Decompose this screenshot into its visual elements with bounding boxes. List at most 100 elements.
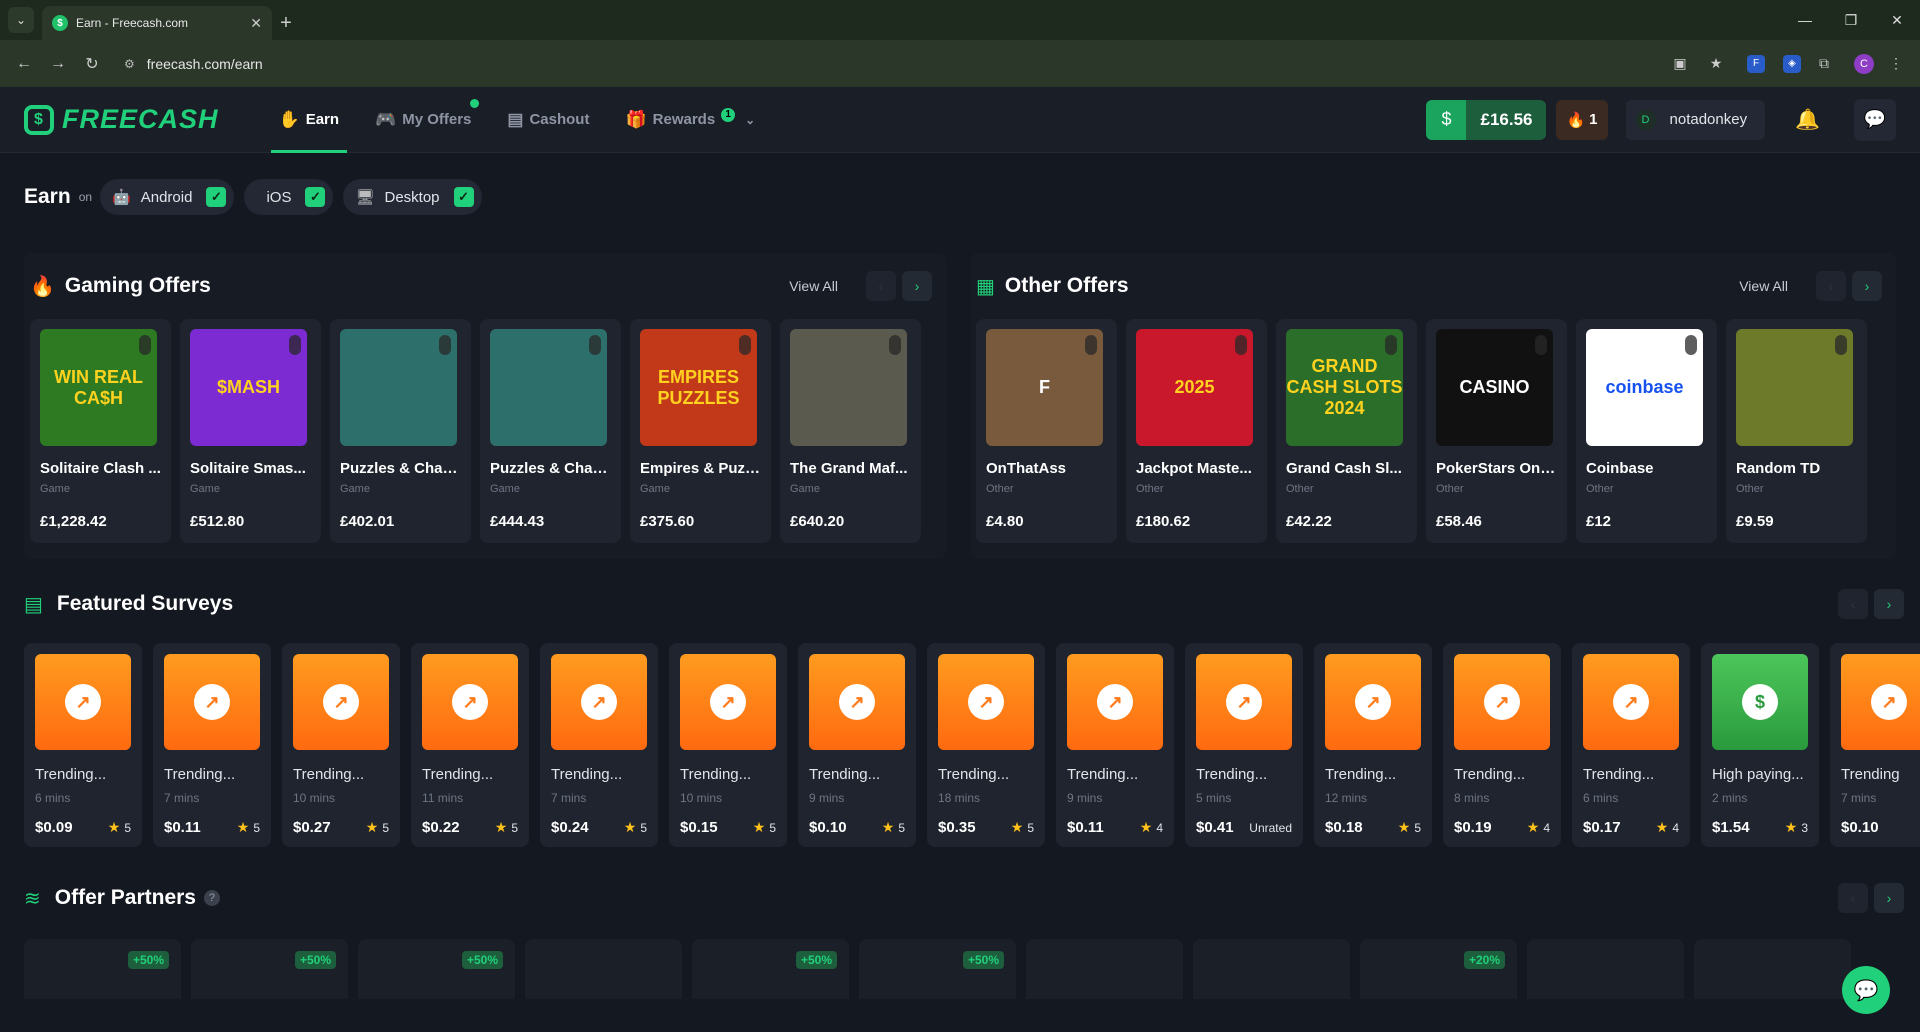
support-chat-button[interactable]: 💬 (1842, 966, 1890, 1014)
survey-footer: $0.09 ★ 5 (35, 819, 131, 836)
streak-counter[interactable]: 🔥 1 (1556, 99, 1608, 140)
prev-arrow-icon[interactable]: ‹ (1816, 271, 1846, 301)
partner-card[interactable]: +50% (191, 939, 348, 999)
platform-android[interactable]: 🤖 Android ✓ (100, 179, 235, 215)
chat-icon[interactable]: 💬 (1854, 98, 1896, 141)
partner-card[interactable] (1527, 939, 1684, 999)
page-content: Earn on 🤖 Android ✓ iOS ✓ 🖥 Desktop ✓ 🔥 … (0, 179, 1920, 999)
platform-ios[interactable]: iOS ✓ (244, 179, 334, 215)
address-bar[interactable]: ⚙ freecash.com/earn (112, 48, 1658, 80)
trending-icon: ↗ (1613, 684, 1649, 720)
nav-rewards-label: Rewards (652, 111, 716, 128)
section-title: Featured Surveys (56, 592, 234, 615)
extension-icon-1[interactable]: F (1738, 50, 1766, 78)
offer-card[interactable]: coinbase Coinbase Other £12 (1576, 319, 1717, 543)
partner-card[interactable]: +50% (859, 939, 1016, 999)
offer-card[interactable]: $MASH Solitaire Smas... Game £512.80 (180, 319, 321, 543)
next-arrow-icon[interactable]: › (1874, 589, 1904, 619)
partner-card[interactable] (1694, 939, 1851, 999)
survey-card[interactable]: ↗ Trending 7 mins $0.10 (1830, 643, 1920, 847)
checkbox-checked-icon[interactable]: ✓ (453, 187, 474, 207)
survey-card[interactable]: ↗ Trending... 9 mins $0.10 ★ 5 (798, 643, 916, 847)
browser-tabbar: ⌄ $ Earn - Freecash.com ✕ + — ❐ ✕ (0, 0, 1920, 40)
browser-menu-icon[interactable]: ⋮ (1882, 50, 1910, 78)
browser-tab[interactable]: $ Earn - Freecash.com ✕ (42, 6, 272, 40)
install-app-icon[interactable]: ▣ (1666, 50, 1694, 78)
offer-card[interactable]: WIN REAL CA$H Solitaire Clash ... Game £1,2… (30, 319, 171, 543)
minimize-icon[interactable]: — (1782, 0, 1828, 40)
partner-card[interactable] (1193, 939, 1350, 999)
nav-earn[interactable]: ✋ Earn (270, 87, 348, 153)
offer-card[interactable]: EMPIRES PUZZLES Empires & Puzz... Game £375… (630, 319, 771, 543)
offer-card[interactable]: F OnThatAss Other £4.80 (976, 319, 1117, 543)
survey-footer: $0.35 ★ 5 (938, 819, 1034, 836)
reload-icon[interactable]: ↻ (78, 50, 106, 78)
partner-card[interactable]: +50% (24, 939, 181, 999)
offer-card[interactable]: Puzzles & Chao... Game £402.01 (330, 319, 471, 543)
survey-card[interactable]: ↗ Trending... 7 mins $0.24 ★ 5 (540, 643, 658, 847)
survey-title: Trending... (809, 766, 881, 783)
offer-card[interactable]: Random TD Other £9.59 (1726, 319, 1867, 543)
partner-card[interactable]: +50% (358, 939, 515, 999)
offer-card[interactable]: CASINO PokerStars Onli... Other £58.46 (1426, 319, 1567, 543)
platform-os-icon (1685, 335, 1697, 355)
nav-cashout[interactable]: ▤ Cashout (499, 87, 597, 153)
tab-search-button[interactable]: ⌄ (8, 7, 34, 33)
star-icon: ★ (623, 819, 637, 835)
profile-avatar[interactable]: C (1846, 50, 1874, 78)
next-arrow-icon[interactable]: › (1874, 883, 1904, 913)
survey-card[interactable]: ↗ Trending... 6 mins $0.09 ★ 5 (24, 643, 142, 847)
back-icon[interactable]: ← (10, 50, 38, 78)
offer-category: Game (640, 483, 670, 495)
survey-card[interactable]: ↗ Trending... 18 mins $0.35 ★ 5 (927, 643, 1045, 847)
checkbox-checked-icon[interactable]: ✓ (305, 187, 326, 207)
survey-card[interactable]: ↗ Trending... 8 mins $0.19 ★ 4 (1443, 643, 1561, 847)
bookmark-star-icon[interactable]: ★ (1702, 50, 1730, 78)
new-tab-button[interactable]: + (272, 6, 300, 40)
partner-card[interactable] (1026, 939, 1183, 999)
balance-amount: £16.56 (1466, 99, 1547, 140)
prev-arrow-icon[interactable]: ‹ (1838, 883, 1868, 913)
offer-card[interactable]: GRAND CASH SLOTS 2024 Grand Cash Sl... Oth… (1276, 319, 1417, 543)
survey-card[interactable]: ↗ Trending... 5 mins $0.41 Unrated (1185, 643, 1303, 847)
offer-card[interactable]: The Grand Maf... Game £640.20 (780, 319, 921, 543)
survey-card[interactable]: ↗ Trending... 10 mins $0.27 ★ 5 (282, 643, 400, 847)
balance-display[interactable]: $ £16.56 (1426, 99, 1547, 140)
close-tab-icon[interactable]: ✕ (250, 15, 262, 32)
offer-price: £375.60 (640, 513, 695, 530)
offer-card[interactable]: Puzzles & Chao... Game £444.43 (480, 319, 621, 543)
survey-card[interactable]: ↗ Trending... 6 mins $0.17 ★ 4 (1572, 643, 1690, 847)
partner-card[interactable]: +20% (1360, 939, 1517, 999)
site-info-icon[interactable]: ⚙ (124, 57, 135, 71)
chevron-down-icon[interactable]: ⌄ (745, 113, 755, 127)
extension-icon-2[interactable]: ◈ (1774, 50, 1802, 78)
next-arrow-icon[interactable]: › (1852, 271, 1882, 301)
nav-rewards[interactable]: 🎁 Rewards 1 ⌄ (617, 87, 763, 153)
survey-card[interactable]: ↗ Trending... 7 mins $0.11 ★ 5 (153, 643, 271, 847)
platform-desktop[interactable]: 🖥 Desktop ✓ (343, 179, 482, 215)
freecash-logo[interactable]: $ FREECASH (24, 104, 219, 135)
help-question-icon[interactable]: ? (203, 890, 220, 906)
checkbox-checked-icon[interactable]: ✓ (206, 187, 227, 207)
view-all-link[interactable]: View All (1739, 278, 1788, 294)
view-all-link[interactable]: View All (789, 278, 838, 294)
close-window-icon[interactable]: ✕ (1874, 0, 1920, 40)
user-menu[interactable]: D notadonkey (1625, 99, 1766, 140)
partner-card[interactable] (525, 939, 682, 999)
offer-card[interactable]: 2025 Jackpot Maste... Other £180.62 (1126, 319, 1267, 543)
restore-icon[interactable]: ❐ (1828, 0, 1874, 40)
extensions-puzzle-icon[interactable]: ⧉ (1810, 50, 1838, 78)
prev-arrow-icon[interactable]: ‹ (1838, 589, 1868, 619)
prev-arrow-icon[interactable]: ‹ (866, 271, 896, 301)
partner-card[interactable]: +50% (692, 939, 849, 999)
survey-card[interactable]: ↗ Trending... 12 mins $0.18 ★ 5 (1314, 643, 1432, 847)
offer-name: Solitaire Smas... (190, 460, 306, 477)
survey-card[interactable]: ↗ Trending... 11 mins $0.22 ★ 5 (411, 643, 529, 847)
nav-my-offers[interactable]: 🎮 My Offers (367, 87, 480, 153)
survey-card[interactable]: ↗ Trending... 9 mins $0.11 ★ 4 (1056, 643, 1174, 847)
survey-card[interactable]: $ High paying... 2 mins $1.54 ★ 3 (1701, 643, 1819, 847)
forward-icon[interactable]: → (44, 50, 72, 78)
next-arrow-icon[interactable]: › (902, 271, 932, 301)
survey-card[interactable]: ↗ Trending... 10 mins $0.15 ★ 5 (669, 643, 787, 847)
bell-icon[interactable]: 🔔 (1795, 107, 1820, 132)
